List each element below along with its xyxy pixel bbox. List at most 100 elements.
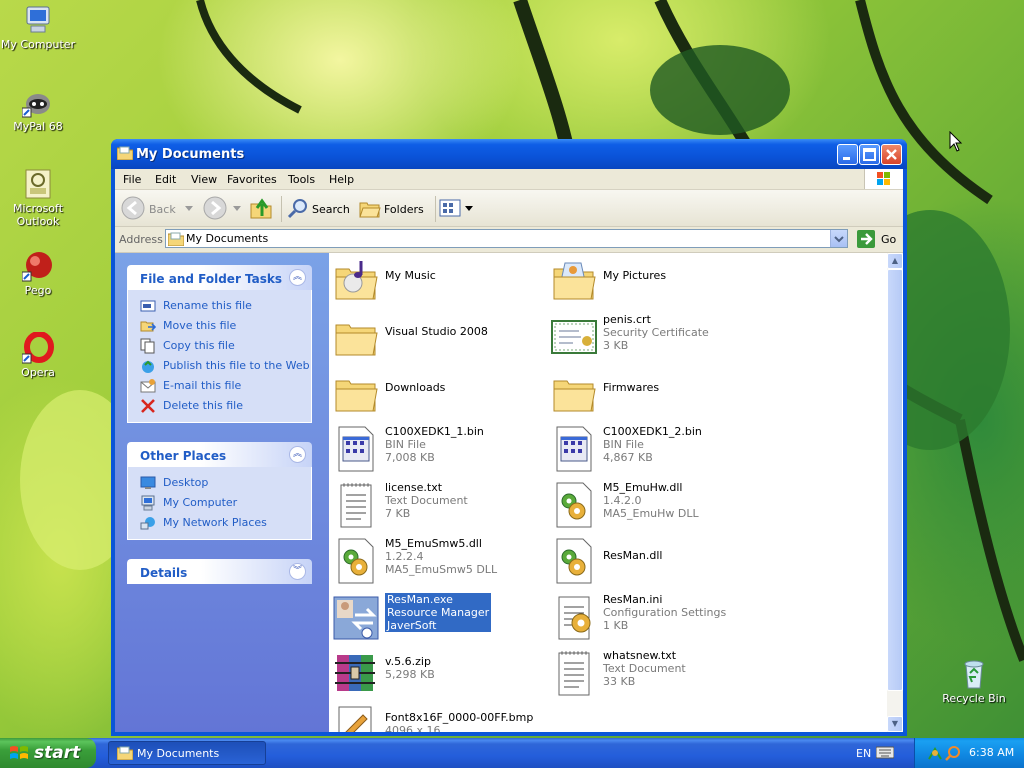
taskbar-item-my-documents[interactable]: My Documents: [108, 741, 266, 765]
file-item[interactable]: whatsnew.txt Text Document 33 KB: [551, 649, 761, 701]
menu-file[interactable]: File: [123, 173, 141, 186]
chevron-down-icon: [233, 206, 241, 211]
file-item[interactable]: C100XEDK1_1.bin BIN File 7,008 KB: [333, 425, 543, 477]
menu-tools[interactable]: Tools: [288, 173, 315, 186]
file-item[interactable]: C100XEDK1_2.bin BIN File 4,867 KB: [551, 425, 761, 477]
desktop-icon-outlook[interactable]: Microsoft Outlook: [0, 168, 76, 228]
minimize-button[interactable]: [837, 144, 858, 165]
file-item[interactable]: Downloads: [333, 369, 543, 421]
desktop-icon: [140, 476, 156, 489]
certificate-icon: [551, 320, 597, 354]
file-label: v.5.6.zip 5,298 KB: [385, 655, 435, 681]
language-indicator[interactable]: EN: [856, 747, 871, 760]
scroll-down-button[interactable]: ▼: [887, 716, 903, 732]
back-button[interactable]: Back: [121, 196, 193, 220]
file-type: Text Document: [385, 494, 468, 507]
close-button[interactable]: [881, 144, 902, 165]
file-item-selected[interactable]: ResMan.exe Resource Manager JaverSoft: [333, 593, 543, 645]
file-item[interactable]: My Pictures: [551, 257, 761, 309]
opera-icon: [21, 331, 54, 364]
move-file-icon: [140, 321, 156, 332]
desktop-icon-pego[interactable]: Pego: [0, 250, 76, 297]
address-input[interactable]: My Documents: [165, 229, 848, 248]
desktop-icon-label: Microsoft Outlook: [12, 202, 64, 228]
collapse-chevron-icon[interactable]: ︽: [289, 446, 306, 463]
keyboard-icon[interactable]: [876, 746, 894, 759]
taskbar-item-label: My Documents: [137, 747, 220, 760]
file-item[interactable]: Font8x16F_0000-00FF.bmp 4096 x 16: [333, 705, 543, 732]
minimize-icon: [843, 157, 850, 160]
panel-header[interactable]: Details ︾: [127, 559, 312, 584]
panel-title: Other Places: [140, 449, 227, 463]
menu-help[interactable]: Help: [329, 173, 354, 186]
toolbar-separator: [435, 196, 436, 222]
start-button[interactable]: start: [0, 738, 96, 768]
address-dropdown-button[interactable]: [830, 230, 847, 247]
folders-button[interactable]: Folders: [359, 198, 429, 220]
task-email-file[interactable]: E-mail this file: [140, 376, 311, 396]
window-titlebar[interactable]: My Documents: [111, 139, 907, 169]
vertical-scrollbar[interactable]: ▲ ▼: [887, 253, 903, 732]
collapse-chevron-icon[interactable]: ︽: [289, 269, 306, 286]
place-my-computer[interactable]: My Computer: [140, 493, 311, 513]
menu-view[interactable]: View: [191, 173, 217, 186]
mypal-browser-icon: [21, 86, 54, 118]
file-name: C100XEDK1_1.bin: [385, 425, 484, 438]
views-button[interactable]: [439, 198, 475, 220]
desktop-icon-my-computer[interactable]: My Computer: [0, 4, 76, 51]
file-type: Text Document: [603, 662, 686, 675]
publish-web-icon: [142, 360, 154, 373]
panel-header[interactable]: Other Places ︽: [127, 442, 312, 467]
place-my-network-places[interactable]: My Network Places: [140, 513, 311, 533]
search-button[interactable]: Search: [287, 198, 353, 220]
back-label: Back: [149, 203, 176, 216]
desktop-icon-recycle-bin[interactable]: Recycle Bin: [936, 658, 1012, 705]
file-item[interactable]: license.txt Text Document 7 KB: [333, 481, 543, 533]
file-item[interactable]: ResMan.ini Configuration Settings 1 KB: [551, 593, 761, 645]
address-value: My Documents: [186, 232, 269, 245]
task-publish-web[interactable]: Publish this file to the Web: [140, 356, 311, 376]
file-item[interactable]: Visual Studio 2008: [333, 313, 543, 365]
panel-header[interactable]: File and Folder Tasks ︽: [127, 265, 312, 290]
chevron-down-icon: [465, 206, 473, 211]
task-move-file[interactable]: Move this file: [140, 316, 311, 336]
desktop-icon-mypal[interactable]: MyPal 68: [0, 86, 76, 133]
scroll-up-button[interactable]: ▲: [887, 253, 903, 269]
scroll-thumb[interactable]: [887, 269, 903, 691]
expand-chevron-icon[interactable]: ︾: [289, 563, 306, 580]
file-item[interactable]: Firmwares: [551, 369, 761, 421]
email-icon: [140, 379, 156, 393]
file-label: ResMan.ini Configuration Settings 1 KB: [603, 593, 726, 632]
file-item[interactable]: penis.crt Security Certificate 3 KB: [551, 313, 761, 365]
menu-favorites[interactable]: Favorites: [227, 173, 277, 186]
place-label: My Computer: [163, 496, 238, 509]
file-label: Downloads: [385, 381, 445, 394]
file-item[interactable]: v.5.6.zip 5,298 KB: [333, 649, 543, 701]
task-delete-file[interactable]: Delete this file: [140, 396, 311, 416]
exe-file-icon: [333, 596, 379, 640]
file-item[interactable]: ResMan.dll: [551, 537, 761, 589]
up-folder-button[interactable]: [249, 198, 275, 220]
file-name: Downloads: [385, 381, 446, 394]
desktop-icon-opera[interactable]: Opera: [0, 331, 76, 379]
task-rename-file[interactable]: Rename this file: [140, 296, 311, 316]
file-size: 33 KB: [603, 675, 636, 688]
network-tray-icon[interactable]: [927, 745, 943, 761]
clock[interactable]: 6:38 AM: [969, 746, 1014, 759]
task-copy-file[interactable]: Copy this file: [140, 336, 311, 356]
file-item[interactable]: My Music: [333, 257, 543, 309]
folders-label: Folders: [384, 203, 424, 216]
file-item[interactable]: M5_EmuSmw5.dll 1.2.2.4 MA5_EmuSmw5 DLL: [333, 537, 543, 589]
desktop-icon-label: Pego: [24, 284, 52, 297]
file-folder-tasks-panel: File and Folder Tasks ︽ Rename this file…: [127, 265, 312, 423]
recycle-bin-icon: [958, 658, 990, 690]
file-item[interactable]: M5_EmuHw.dll 1.4.2.0 MA5_EmuHw DLL: [551, 481, 761, 533]
place-desktop[interactable]: Desktop: [140, 473, 311, 493]
up-folder-icon: [250, 198, 272, 219]
menu-edit[interactable]: Edit: [155, 173, 176, 186]
chevron-down-icon: [185, 206, 193, 211]
maximize-button[interactable]: [859, 144, 880, 165]
text-file-icon: [558, 651, 590, 696]
search-tray-icon[interactable]: [945, 745, 961, 761]
forward-button[interactable]: [203, 196, 243, 220]
